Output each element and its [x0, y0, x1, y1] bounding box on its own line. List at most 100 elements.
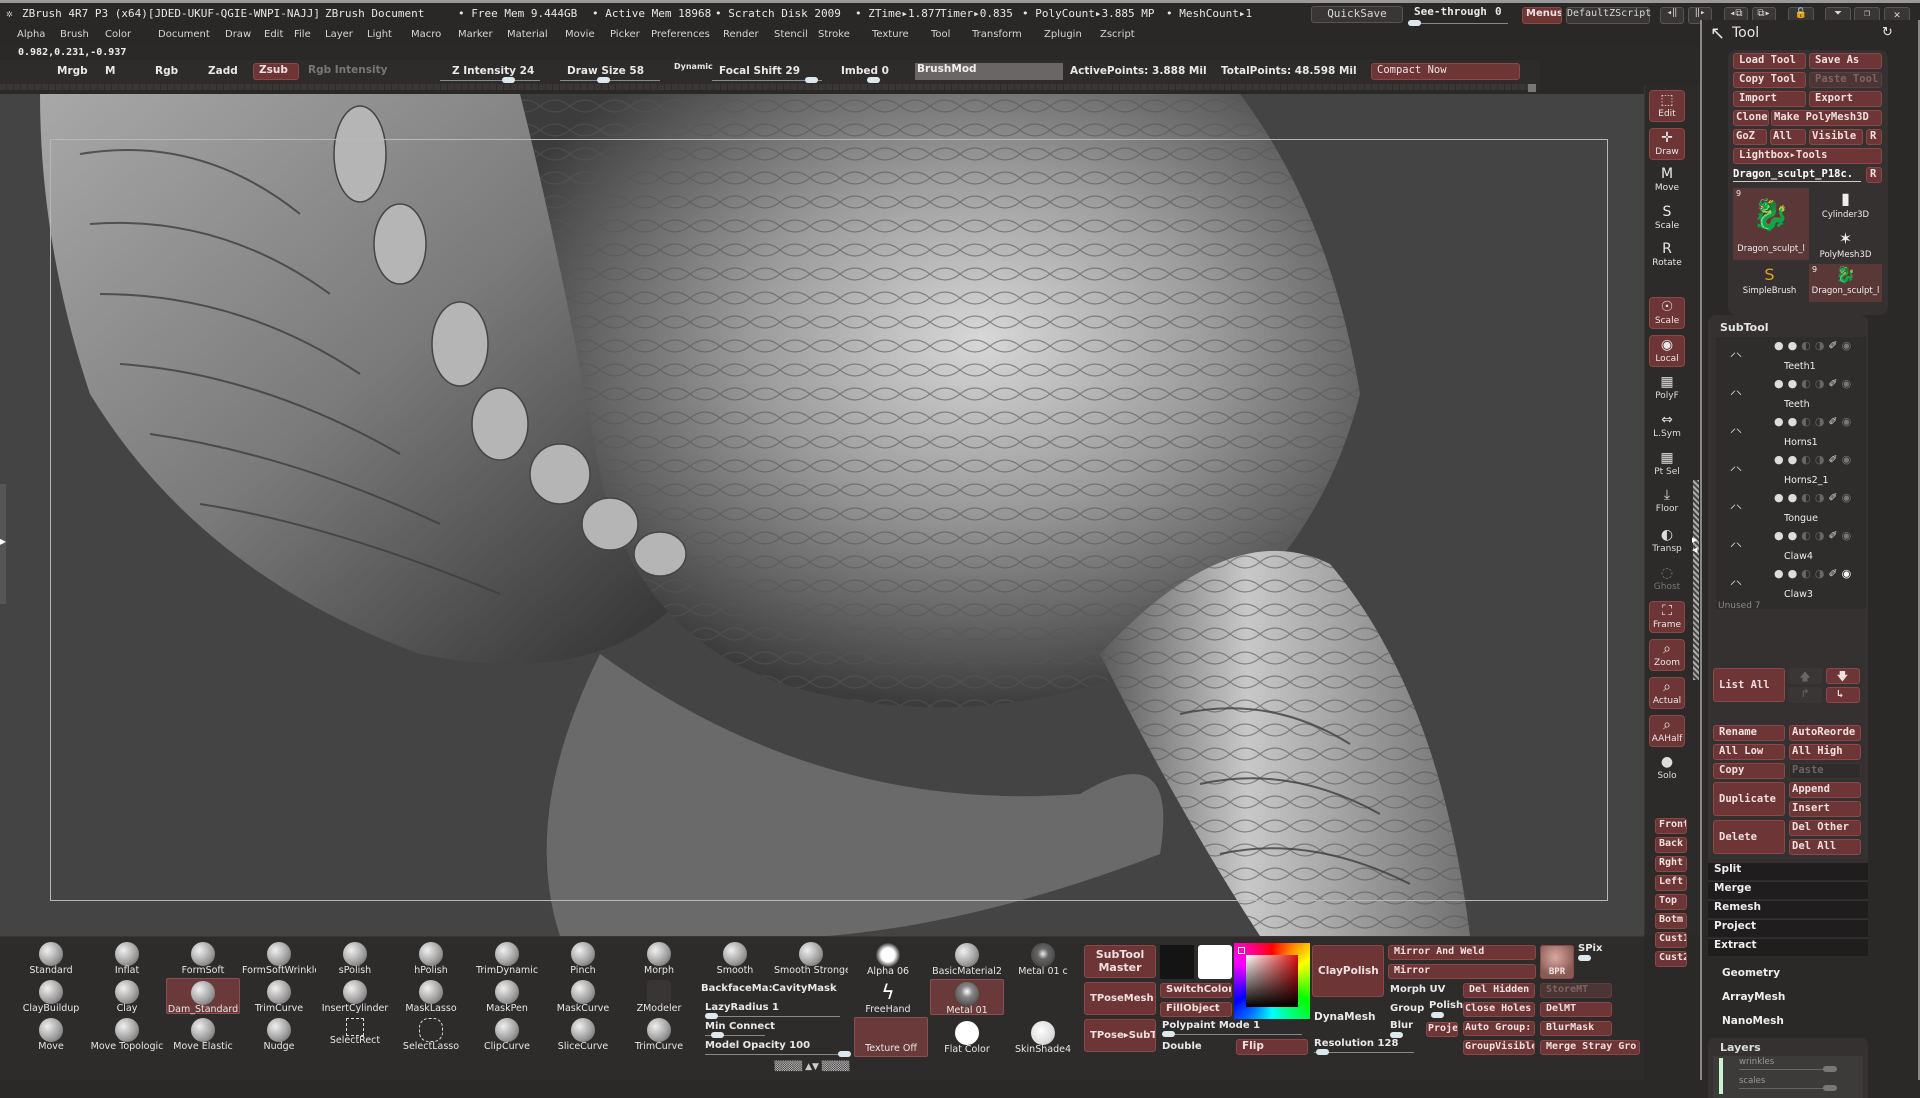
view-ghost-button[interactable]: ◌ Ghost: [1649, 564, 1685, 596]
save-as-button[interactable]: Save As: [1809, 53, 1882, 69]
polypaint-toggle-icon[interactable]: ●●: [1774, 529, 1801, 542]
subtool-item[interactable]: ⸝⸜ ●●◐◑✐◉ Teeth: [1724, 375, 1874, 413]
solo-toggle-icon[interactable]: ◐: [1801, 453, 1815, 466]
quicksave-button[interactable]: QuickSave: [1311, 6, 1403, 23]
transparency-toggle-icon[interactable]: ◑: [1815, 491, 1829, 504]
brush-stroke-icon[interactable]: ✐: [1828, 415, 1841, 428]
subtool-item[interactable]: ⸝⸜ ●●◐◑✐◉ Horns1: [1724, 413, 1874, 451]
menu-layer[interactable]: Layer: [325, 29, 353, 40]
rgb-intensity-slider[interactable]: Rgb Intensity: [308, 64, 387, 76]
menu-edit[interactable]: Edit: [264, 29, 283, 40]
project-button[interactable]: Proje: [1426, 1022, 1458, 1037]
brush-smooth-stronge[interactable]: Smooth Stronge: [774, 940, 848, 976]
brush-trimcurve[interactable]: TrimCurve: [242, 978, 316, 1014]
brush-formsoft[interactable]: FormSoft: [166, 940, 240, 976]
auto-reorder-button[interactable]: AutoReorde: [1789, 725, 1861, 741]
subpalette-remesh[interactable]: Remesh: [1708, 901, 1868, 919]
brush-stroke-icon[interactable]: ✐: [1828, 339, 1841, 352]
z-intensity-slider[interactable]: Z Intensity 24: [452, 65, 534, 77]
brush-dam-standard[interactable]: Dam_Standard: [166, 978, 240, 1015]
spix-slider[interactable]: SPix: [1578, 943, 1602, 954]
view-frame-button[interactable]: ⛶ Frame: [1649, 601, 1685, 633]
view-actual-button[interactable]: ⌕ Actual: [1649, 677, 1685, 709]
menu-alpha[interactable]: Alpha: [17, 29, 45, 40]
goz-visible-button[interactable]: Visible: [1809, 129, 1863, 145]
material-selected[interactable]: Metal 01: [930, 979, 1004, 1016]
polypaint-toggle-icon[interactable]: ●●: [1774, 567, 1801, 580]
make-polymesh3d-button[interactable]: Make PolyMesh3D: [1771, 110, 1882, 126]
solo-toggle-icon[interactable]: ◐: [1801, 491, 1815, 504]
eye-visibility-icon[interactable]: ◉: [1842, 339, 1856, 352]
menu-color[interactable]: Color: [105, 29, 131, 40]
tool-scale-button[interactable]: S Scale: [1649, 203, 1685, 235]
draw-size-knob[interactable]: [597, 77, 610, 83]
transparency-toggle-icon[interactable]: ◑: [1815, 529, 1829, 542]
eye-visibility-icon[interactable]: ◉: [1842, 529, 1856, 542]
compact-now-button[interactable]: Compact Now: [1371, 63, 1520, 80]
rename-button[interactable]: Rename: [1713, 725, 1785, 741]
subpalette-project[interactable]: Project: [1708, 920, 1868, 938]
scrollbar-handle[interactable]: [1528, 84, 1536, 92]
alpha-selector[interactable]: Alpha 06: [851, 941, 925, 977]
transparency-toggle-icon[interactable]: ◑: [1815, 415, 1829, 428]
polypaint-knob[interactable]: [1162, 1031, 1175, 1037]
load-tool-button[interactable]: Load Tool: [1733, 53, 1806, 69]
polish-knob[interactable]: [1431, 1012, 1444, 1018]
brush-nudge[interactable]: Nudge: [242, 1016, 316, 1052]
focal-shift-slider[interactable]: Focal Shift 29: [719, 65, 800, 77]
menu-texture[interactable]: Texture: [872, 29, 909, 40]
move-up-icon[interactable]: 🡅: [1788, 668, 1822, 684]
layer-slider[interactable]: [1739, 1088, 1827, 1089]
zadd-button[interactable]: Zadd: [208, 65, 238, 77]
brush-masklasso[interactable]: MaskLasso: [394, 978, 468, 1014]
transparency-toggle-icon[interactable]: ◑: [1815, 377, 1829, 390]
move-down-bottom-icon[interactable]: ↳: [1826, 687, 1860, 703]
blur-slider[interactable]: Blur: [1390, 1020, 1413, 1031]
flip-button[interactable]: Flip: [1236, 1039, 1308, 1055]
view-ptsel-button[interactable]: ▦ Pt Sel: [1649, 449, 1685, 481]
eye-visibility-icon[interactable]: ◉: [1842, 453, 1856, 466]
brushmod-slider[interactable]: BrushMod: [915, 63, 1063, 80]
tool-draw-button[interactable]: ✛ Draw: [1649, 128, 1685, 160]
menus-button[interactable]: Menus: [1522, 7, 1562, 24]
del-all-button[interactable]: Del All: [1789, 839, 1861, 855]
view-solo-button[interactable]: ● Solo: [1649, 753, 1685, 785]
tool-rotate-button[interactable]: R Rotate: [1649, 240, 1685, 272]
current-tool-slider[interactable]: Dragon_sculpt_P18c.: [1733, 168, 1861, 182]
tool-edit-button[interactable]: ⬚ Edit: [1649, 90, 1685, 122]
layer-name[interactable]: wrinkles: [1739, 1057, 1774, 1067]
material-basic[interactable]: BasicMaterial2: [930, 941, 1004, 977]
brush-maskcurve[interactable]: MaskCurve: [546, 978, 620, 1014]
menu-file[interactable]: File: [294, 29, 311, 40]
shrink-ui-icon[interactable]: ◂‖: [1660, 7, 1684, 24]
transparency-toggle-icon[interactable]: ◑: [1815, 453, 1829, 466]
layer-knob[interactable]: [1823, 1066, 1837, 1072]
blur-mask-button[interactable]: BlurMask: [1540, 1021, 1612, 1036]
polypaint-toggle-icon[interactable]: ●●: [1774, 339, 1801, 352]
subpalette-extract[interactable]: Extract: [1708, 939, 1868, 957]
tool-move-button[interactable]: M Move: [1649, 165, 1685, 197]
lazy-radius-slider[interactable]: LazyRadius 1: [705, 1002, 779, 1013]
view-local-button[interactable]: ◉ Local: [1649, 335, 1685, 367]
min-connect-knob[interactable]: [711, 1032, 724, 1038]
mirror-button[interactable]: Mirror: [1388, 964, 1536, 979]
import-button[interactable]: Import: [1733, 91, 1806, 107]
color-saturation-square[interactable]: [1246, 955, 1298, 1007]
del-mt-button[interactable]: DelMT: [1540, 1002, 1612, 1017]
dynamesh-button[interactable]: DynaMesh: [1314, 1011, 1375, 1023]
view-transp-button[interactable]: ◐ Transp: [1649, 526, 1685, 558]
subtool-master-button[interactable]: SubTool Master: [1084, 945, 1156, 978]
polypaint-toggle-icon[interactable]: ●●: [1774, 453, 1801, 466]
subpalette-arraymesh[interactable]: ArrayMesh: [1722, 991, 1785, 1003]
bpr-render-button[interactable]: BPR: [1540, 945, 1574, 979]
duplicate-button[interactable]: Duplicate: [1713, 782, 1785, 816]
menu-zplugin[interactable]: Zplugin: [1044, 29, 1082, 40]
skinshade-material[interactable]: SkinShade4: [1006, 1019, 1080, 1055]
tool-thumbnail[interactable]: 🐉 9 Dragon_sculpt_l: [1809, 264, 1882, 302]
switch-color-button[interactable]: SwitchColor: [1160, 983, 1232, 998]
tpose-subt-button[interactable]: TPose▸SubT: [1084, 1019, 1156, 1052]
resolution-knob[interactable]: [1316, 1049, 1329, 1055]
menu-zscript[interactable]: Zscript: [1100, 29, 1135, 40]
min-connect-slider[interactable]: Min Connect: [705, 1021, 775, 1032]
brush-stroke-icon[interactable]: ✐: [1828, 529, 1841, 542]
